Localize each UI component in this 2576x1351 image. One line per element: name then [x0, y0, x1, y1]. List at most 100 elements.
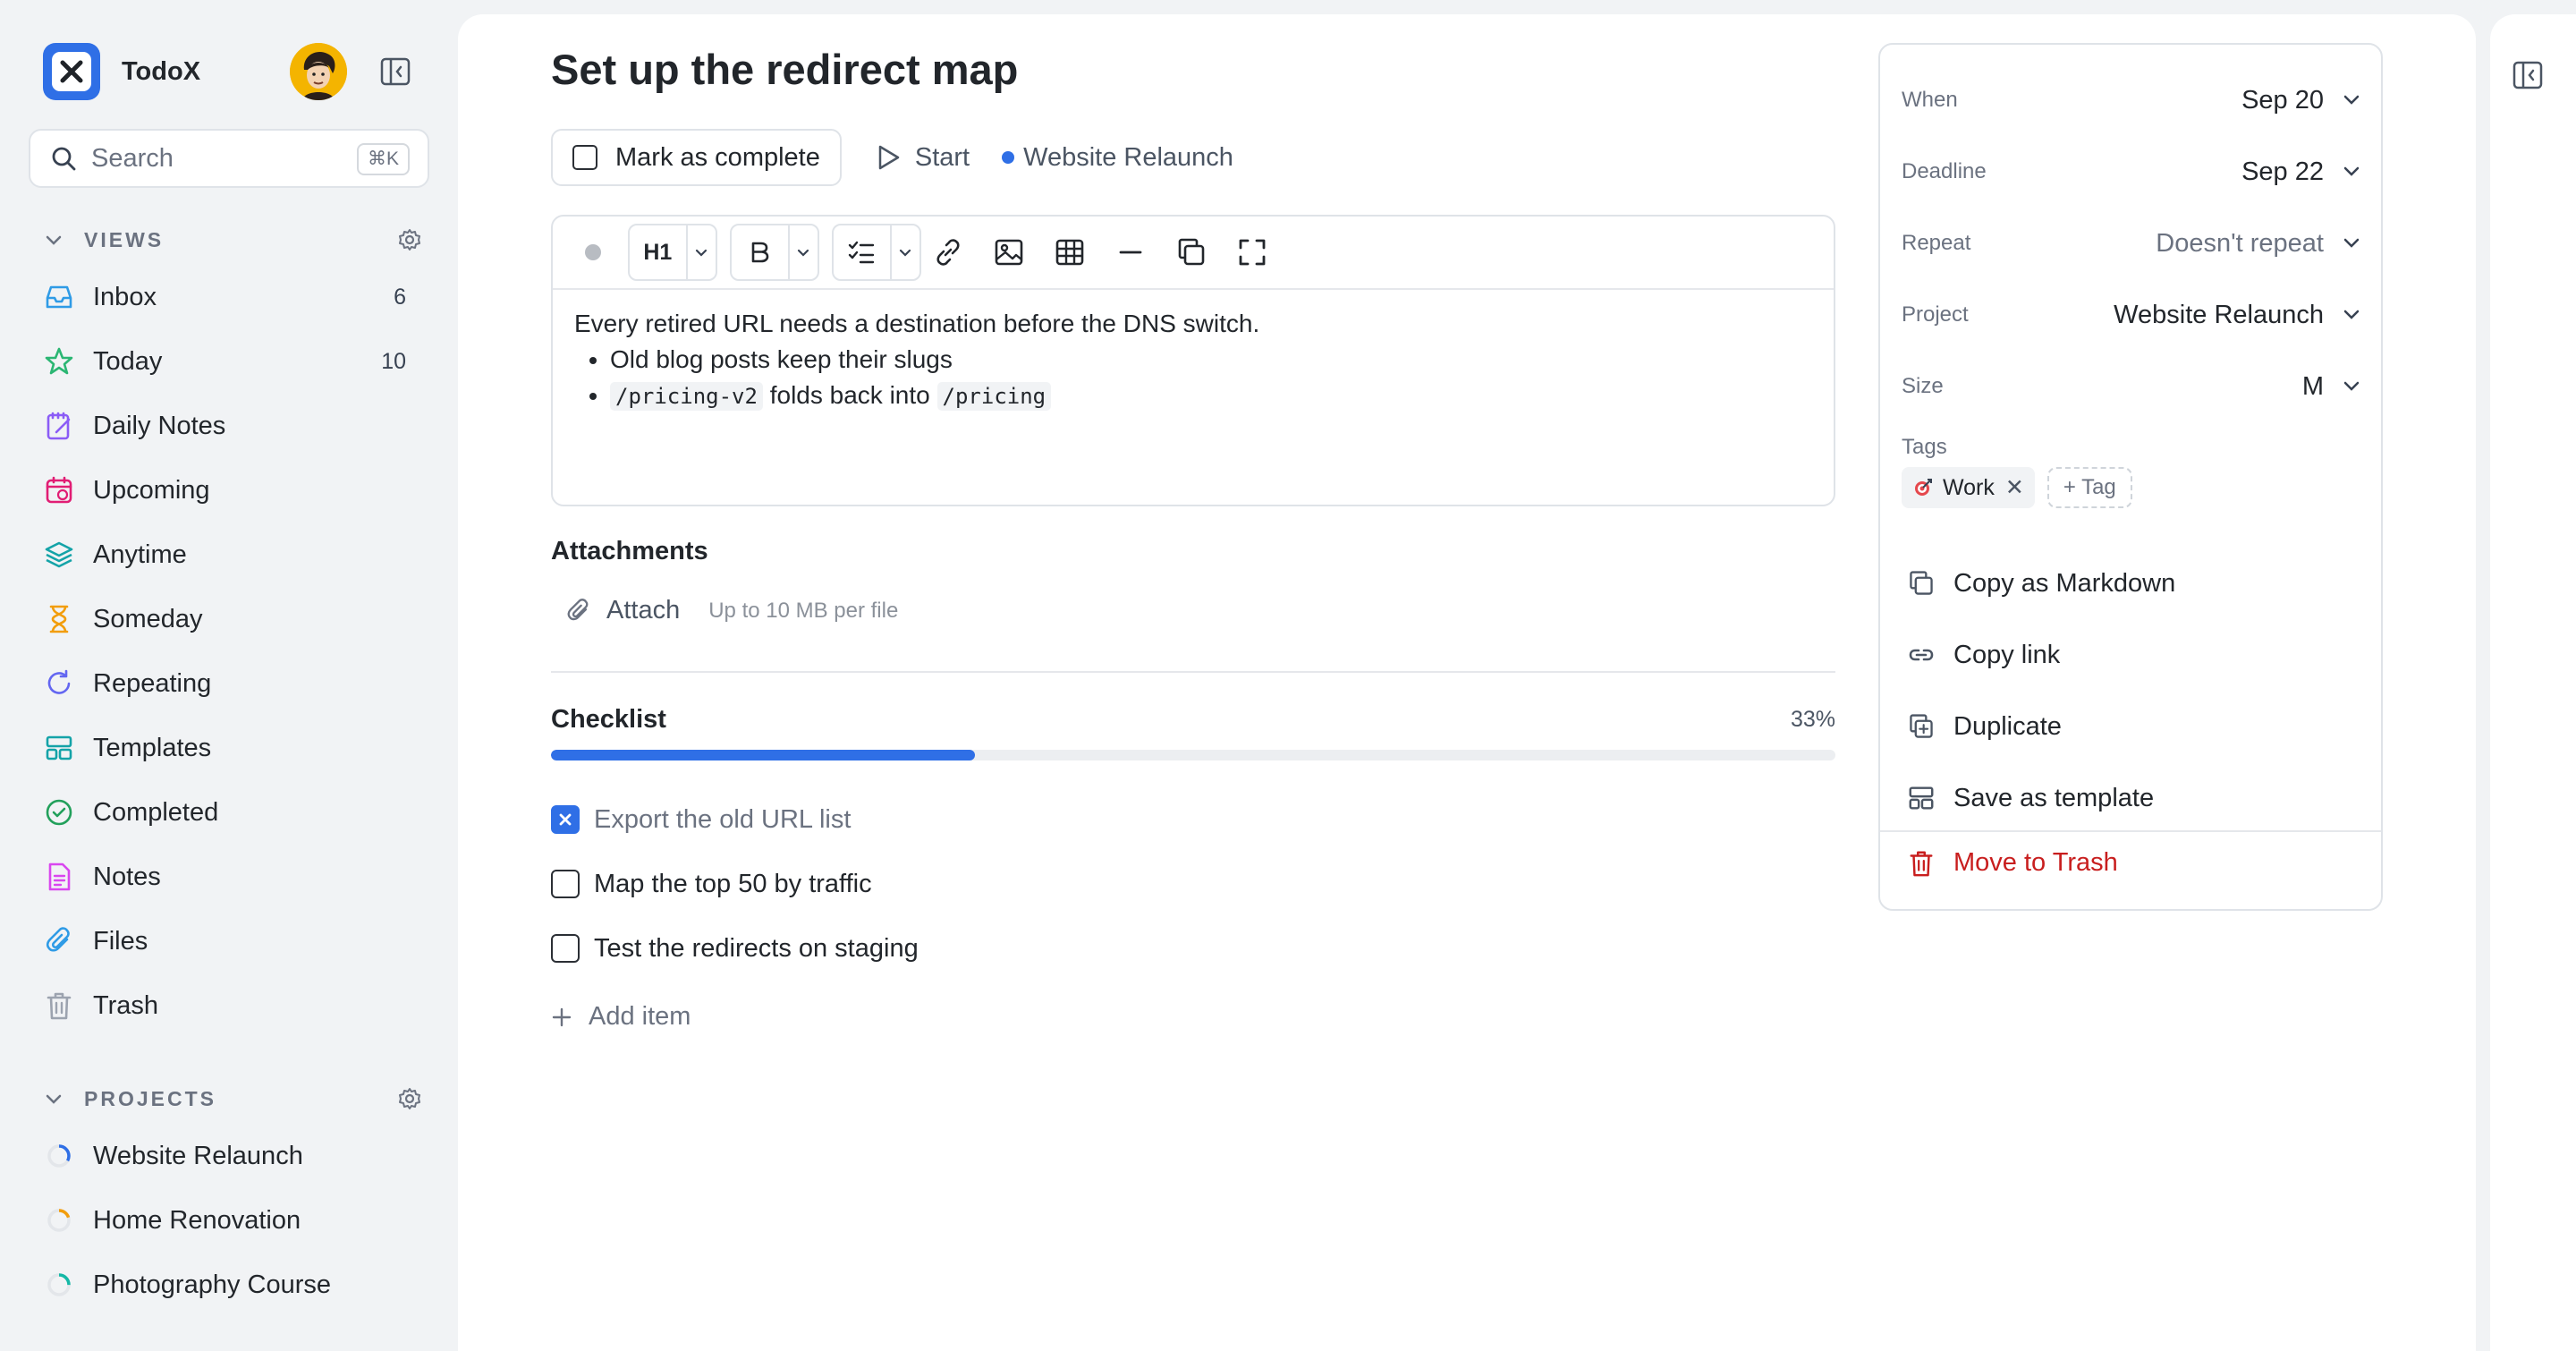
sidebar-item-repeating[interactable]: Repeating — [36, 651, 429, 716]
sidebar-item-label: Website Relaunch — [93, 1141, 303, 1170]
project-link[interactable]: Website Relaunch — [1002, 143, 1233, 173]
repeat-field[interactable]: Repeat Doesn't repeat — [1902, 217, 2363, 270]
views-settings-gear-icon[interactable] — [397, 227, 422, 252]
inbox-icon — [43, 281, 75, 313]
chevron-down-icon — [2343, 166, 2360, 176]
checklist-item-label: Map the top 50 by traffic — [594, 869, 872, 898]
attach-button[interactable]: Attach Up to 10 MB per file — [565, 596, 898, 625]
checklist-item[interactable]: Map the top 50 by traffic — [551, 852, 1835, 916]
views-section-header[interactable]: VIEWS — [43, 222, 422, 258]
app-logo-icon[interactable] — [43, 43, 100, 100]
table-icon[interactable] — [1054, 236, 1086, 268]
editor-content[interactable]: Every retired URL needs a destination be… — [553, 290, 1834, 430]
chevron-down-icon — [892, 225, 919, 279]
mark-complete-button[interactable]: Mark as complete — [551, 129, 842, 186]
list-dropdown[interactable] — [832, 224, 921, 281]
bold-dropdown[interactable] — [730, 224, 819, 281]
sidebar-item-anytime[interactable]: Anytime — [36, 523, 429, 587]
sidebar-item-label: Upcoming — [93, 475, 210, 505]
search-shortcut-badge: ⌘K — [356, 143, 410, 175]
sidebar-item-label: Notes — [93, 862, 161, 891]
size-field[interactable]: Size M — [1902, 360, 2363, 413]
views-nav: Inbox 6 Today 10 Daily Notes Upcoming An… — [36, 265, 429, 1038]
collapse-sidebar-icon[interactable] — [379, 55, 411, 88]
sidebar-item-photography-course[interactable]: Photography Course — [36, 1253, 429, 1317]
duplicate-button[interactable]: Duplicate — [1880, 691, 2381, 762]
tag-chip[interactable]: Work ✕ — [1902, 467, 2035, 508]
checkbox-icon[interactable] — [551, 934, 580, 963]
chevron-down-icon — [2343, 238, 2360, 248]
task-actions-menu: Copy as Markdown Copy link Duplicate Sav… — [1880, 548, 2381, 834]
chevron-down-icon — [2343, 95, 2360, 105]
editor-bullet-list: Old blog posts keep their slugs /pricing… — [610, 342, 1812, 414]
horizontal-rule-icon[interactable] — [1114, 236, 1147, 268]
repeat-label: Repeat — [1902, 231, 1971, 255]
copy-as-markdown-button[interactable]: Copy as Markdown — [1880, 548, 2381, 619]
copy-icon[interactable] — [1175, 236, 1208, 268]
fullscreen-icon[interactable] — [1236, 236, 1268, 268]
mark-complete-label: Mark as complete — [615, 142, 820, 172]
deadline-field[interactable]: Deadline Sep 22 — [1902, 145, 2363, 199]
save-as-template-button[interactable]: Save as template — [1880, 762, 2381, 834]
brand-row: TodoX — [43, 43, 419, 100]
editor-toolbar: H1 — [553, 217, 1834, 290]
projects-section-header[interactable]: PROJECTS — [43, 1081, 422, 1117]
start-button[interactable]: Start — [876, 143, 970, 173]
notes-editor[interactable]: H1 Every retired URL needs a destination… — [551, 215, 1835, 506]
sidebar-item-home-renovation[interactable]: Home Renovation — [36, 1188, 429, 1253]
sidebar-item-inbox[interactable]: Inbox 6 — [36, 265, 429, 329]
sidebar-item-label: Files — [93, 926, 148, 956]
task-title[interactable]: Set up the redirect map — [551, 45, 1018, 94]
sidebar-item-today[interactable]: Today 10 — [36, 329, 429, 394]
checklist-progress-fill — [551, 750, 975, 760]
paperclip-icon — [567, 598, 589, 620]
sidebar-item-upcoming[interactable]: Upcoming — [36, 458, 429, 523]
heading-dropdown[interactable]: H1 — [628, 224, 717, 281]
projects-settings-gear-icon[interactable] — [397, 1086, 422, 1111]
search-input[interactable]: Search ⌘K — [29, 129, 429, 188]
deadline-label: Deadline — [1902, 159, 1987, 183]
views-heading: VIEWS — [84, 227, 165, 251]
calendar-icon — [43, 474, 75, 506]
remove-tag-icon[interactable]: ✕ — [2005, 474, 2024, 501]
sidebar-item-daily-notes[interactable]: Daily Notes — [36, 394, 429, 458]
checklist-item[interactable]: Test the redirects on staging — [551, 916, 1835, 981]
repeat-value: Doesn't repeat — [2156, 228, 2324, 258]
daily-notes-icon — [43, 410, 75, 442]
template-icon — [1909, 786, 1934, 810]
checkbox-icon — [572, 145, 597, 170]
checklist-item[interactable]: Export the old URL list — [551, 787, 1835, 852]
sidebar-item-someday[interactable]: Someday — [36, 587, 429, 651]
layers-icon — [43, 539, 75, 571]
expand-panel-icon[interactable] — [2512, 59, 2544, 91]
when-field[interactable]: When Sep 20 — [1902, 73, 2363, 127]
project-progress-ring-icon — [43, 1269, 75, 1301]
sidebar-item-templates[interactable]: Templates — [36, 716, 429, 780]
tags-row: Work ✕ + Tag — [1902, 467, 2132, 508]
attachments-heading: Attachments — [551, 537, 708, 565]
checked-checkbox-icon[interactable] — [551, 805, 580, 834]
paperclip-icon — [43, 925, 75, 957]
add-tag-button[interactable]: + Tag — [2046, 467, 2132, 508]
search-placeholder: Search — [91, 143, 174, 173]
play-icon — [878, 145, 900, 170]
sidebar-item-label: Inbox — [93, 282, 157, 311]
checkbox-icon[interactable] — [551, 870, 580, 898]
sidebar-item-trash[interactable]: Trash — [36, 973, 429, 1038]
project-field[interactable]: Project Website Relaunch — [1902, 288, 2363, 342]
copy-link-button[interactable]: Copy link — [1880, 619, 2381, 691]
add-checklist-item-button[interactable]: Add item — [551, 1002, 691, 1032]
sidebar-item-files[interactable]: Files — [36, 909, 429, 973]
avatar[interactable] — [290, 43, 347, 100]
sidebar-item-notes[interactable]: Notes — [36, 845, 429, 909]
link-icon[interactable] — [932, 236, 964, 268]
image-icon[interactable] — [993, 236, 1025, 268]
sidebar-item-completed[interactable]: Completed — [36, 780, 429, 845]
sidebar-item-label: Completed — [93, 797, 219, 827]
sidebar-item-label: Someday — [93, 604, 203, 633]
template-icon — [43, 732, 75, 764]
sidebar-item-website-relaunch[interactable]: Website Relaunch — [36, 1124, 429, 1188]
task-actions: Mark as complete Start Website Relaunch — [551, 129, 1233, 186]
project-progress-ring-icon — [43, 1140, 75, 1172]
move-to-trash-button[interactable]: Move to Trash — [1907, 848, 2118, 878]
